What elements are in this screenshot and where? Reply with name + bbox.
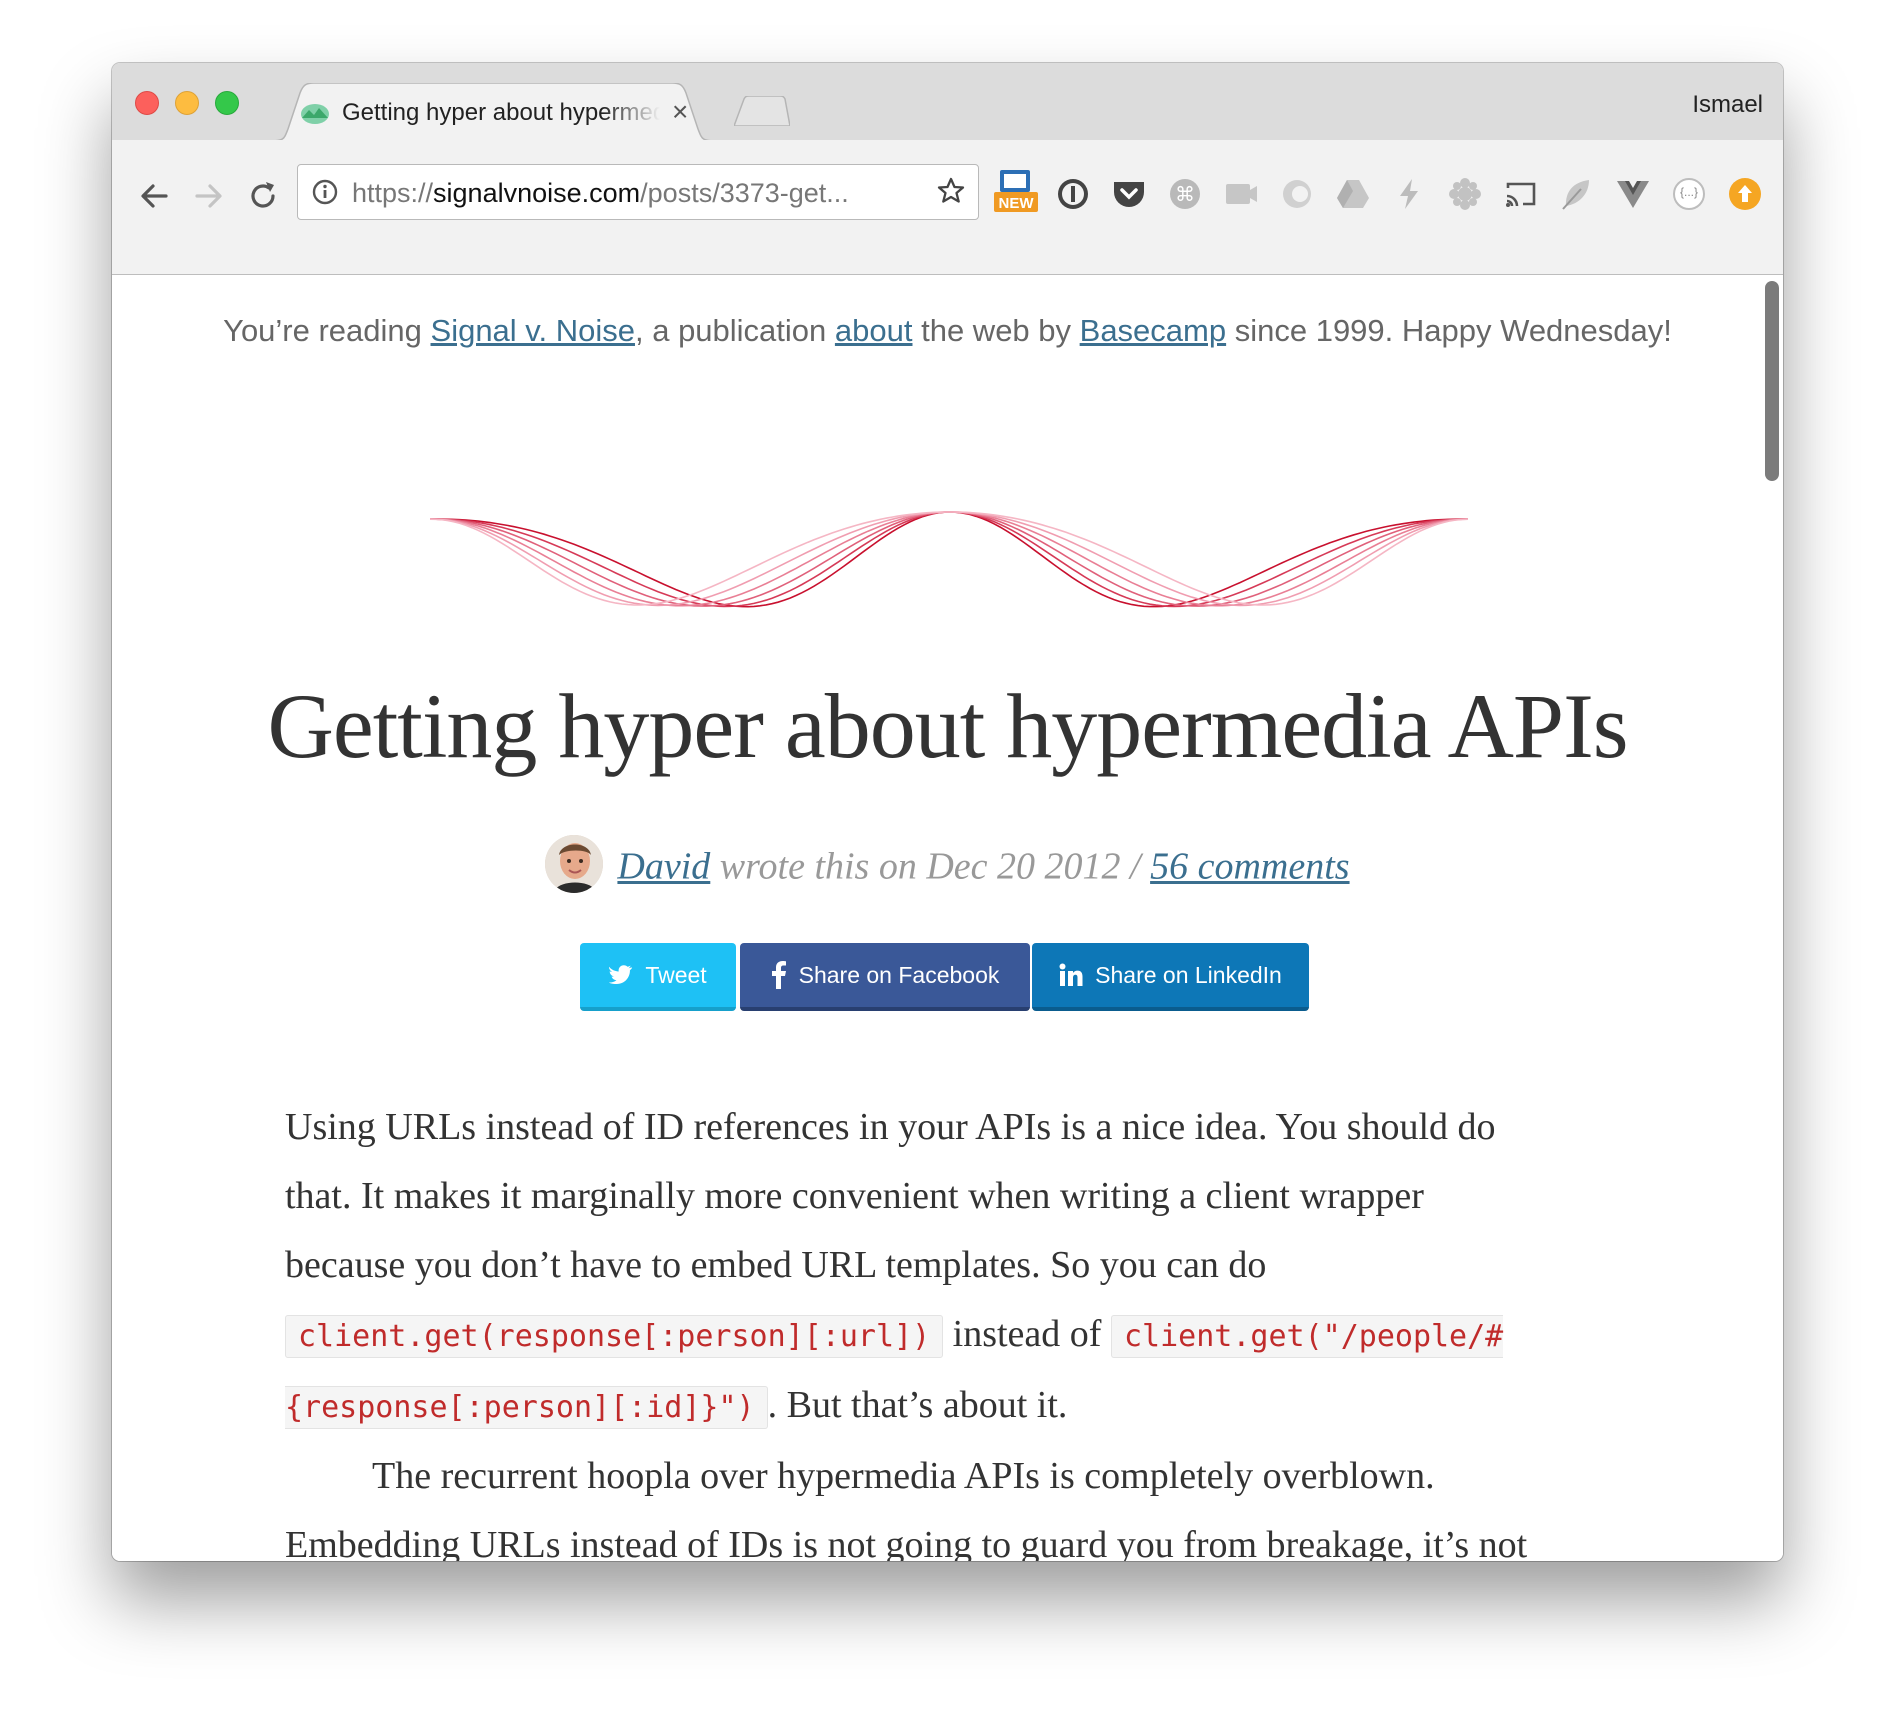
banner-middle-1: , a publication bbox=[634, 313, 835, 348]
article-body: Using URLs instead of ID references in y… bbox=[285, 1093, 1535, 1561]
share-linkedin-button[interactable]: Share on LinkedIn bbox=[1032, 943, 1309, 1011]
maximize-window-button[interactable] bbox=[215, 91, 239, 115]
close-window-button[interactable] bbox=[135, 91, 159, 115]
forward-arrow-icon[interactable] bbox=[189, 176, 229, 216]
publication-banner: You’re reading Signal v. Noise, a public… bbox=[112, 313, 1783, 349]
tab-active[interactable]: Getting hyper about hypermedia APIs × bbox=[270, 83, 716, 141]
json-ext-text: {...} bbox=[1679, 185, 1699, 199]
vue-icon[interactable] bbox=[1615, 176, 1651, 212]
back-arrow-icon[interactable] bbox=[134, 176, 174, 216]
facebook-icon bbox=[771, 961, 786, 989]
cast-icon[interactable] bbox=[1503, 176, 1539, 212]
wave-line bbox=[430, 511, 1469, 608]
tweet-label: Tweet bbox=[645, 961, 707, 988]
command-icon[interactable]: ⌘ bbox=[1167, 176, 1203, 212]
url-host: signalvnoise.com bbox=[433, 178, 641, 208]
byline-date: wrote this on Dec 20 2012 / bbox=[710, 845, 1151, 888]
gear-flower-icon[interactable] bbox=[1447, 176, 1483, 212]
toolbar: https://signalvnoise.com/posts/3373-get.… bbox=[112, 140, 1783, 275]
screencast-icon[interactable] bbox=[1223, 176, 1259, 212]
onepassword-icon[interactable] bbox=[1055, 176, 1091, 212]
url-scheme: https:// bbox=[352, 178, 434, 208]
upload-icon[interactable] bbox=[1727, 176, 1763, 212]
byline: David wrote this on Dec 20 2012 / 56 com… bbox=[112, 835, 1783, 899]
linkedin-icon bbox=[1059, 963, 1083, 986]
article-paragraph-2: The recurrent hoopla over hypermedia API… bbox=[285, 1455, 1528, 1561]
banner-suffix: since 1999. Happy Wednesday! bbox=[1226, 313, 1672, 348]
about-link[interactable]: about bbox=[835, 313, 913, 348]
pocket-icon[interactable] bbox=[1111, 176, 1147, 212]
new-badge-icon[interactable]: NEW bbox=[992, 168, 1040, 216]
p1-text-1: Using URLs instead of ID references in y… bbox=[285, 1106, 1496, 1286]
address-bar[interactable]: https://signalvnoise.com/posts/3373-get.… bbox=[297, 164, 979, 220]
minimize-window-button[interactable] bbox=[175, 91, 199, 115]
svg-text:⌘: ⌘ bbox=[1175, 182, 1195, 206]
new-badge-text: NEW bbox=[998, 195, 1034, 212]
p1-text-2: instead of bbox=[943, 1313, 1111, 1355]
linkedin-label: Share on LinkedIn bbox=[1095, 961, 1282, 988]
scrollbar-thumb[interactable] bbox=[1765, 281, 1779, 481]
page-content: You’re reading Signal v. Noise, a public… bbox=[112, 275, 1783, 1561]
author-link[interactable]: David bbox=[617, 846, 710, 888]
info-icon[interactable] bbox=[312, 179, 338, 205]
url-text[interactable]: https://signalvnoise.com/posts/3373-get.… bbox=[352, 178, 849, 209]
banner-prefix: You’re reading bbox=[223, 313, 431, 348]
author-avatar[interactable] bbox=[545, 835, 604, 893]
banner-middle-2: the web by bbox=[912, 313, 1080, 348]
title-bar: Getting hyper about hypermedia APIs × Is… bbox=[112, 63, 1783, 141]
tab-title: Getting hyper about hypermedia APIs bbox=[342, 99, 660, 126]
reload-icon[interactable] bbox=[243, 176, 283, 216]
signal-wave-logo bbox=[430, 511, 1469, 608]
tweet-button[interactable]: Tweet bbox=[580, 943, 736, 1011]
eye-icon[interactable] bbox=[1279, 176, 1315, 212]
profile-name[interactable]: Ismael bbox=[1692, 91, 1763, 119]
p1-text-3: . But that’s about it. bbox=[767, 1384, 1068, 1426]
bolt-icon[interactable] bbox=[1391, 176, 1427, 212]
drive-icon[interactable] bbox=[1335, 176, 1371, 212]
facebook-label: Share on Facebook bbox=[798, 961, 1000, 988]
share-facebook-button[interactable]: Share on Facebook bbox=[740, 943, 1030, 1011]
new-tab-button[interactable] bbox=[734, 96, 790, 126]
article-paragraph-1: Using URLs instead of ID references in y… bbox=[285, 1093, 1535, 1442]
url-path: /posts/3373-get... bbox=[640, 178, 849, 208]
bookmark-star-icon[interactable] bbox=[936, 176, 966, 206]
comments-link[interactable]: 56 comments bbox=[1150, 846, 1349, 888]
feather-icon[interactable] bbox=[1559, 176, 1595, 212]
company-link[interactable]: Basecamp bbox=[1080, 313, 1226, 348]
json-icon[interactable]: {...} bbox=[1671, 176, 1707, 212]
basecamp-favicon-icon bbox=[300, 101, 330, 125]
tab-close-icon[interactable]: × bbox=[672, 96, 688, 128]
twitter-icon bbox=[609, 965, 633, 985]
browser-window: Getting hyper about hypermedia APIs × Is… bbox=[112, 63, 1783, 1561]
code-snippet-1: client.get(response[:person][:url]) bbox=[285, 1315, 944, 1358]
post-title: Getting hyper about hypermedia APIs bbox=[267, 675, 1628, 777]
publication-link[interactable]: Signal v. Noise bbox=[431, 313, 635, 348]
